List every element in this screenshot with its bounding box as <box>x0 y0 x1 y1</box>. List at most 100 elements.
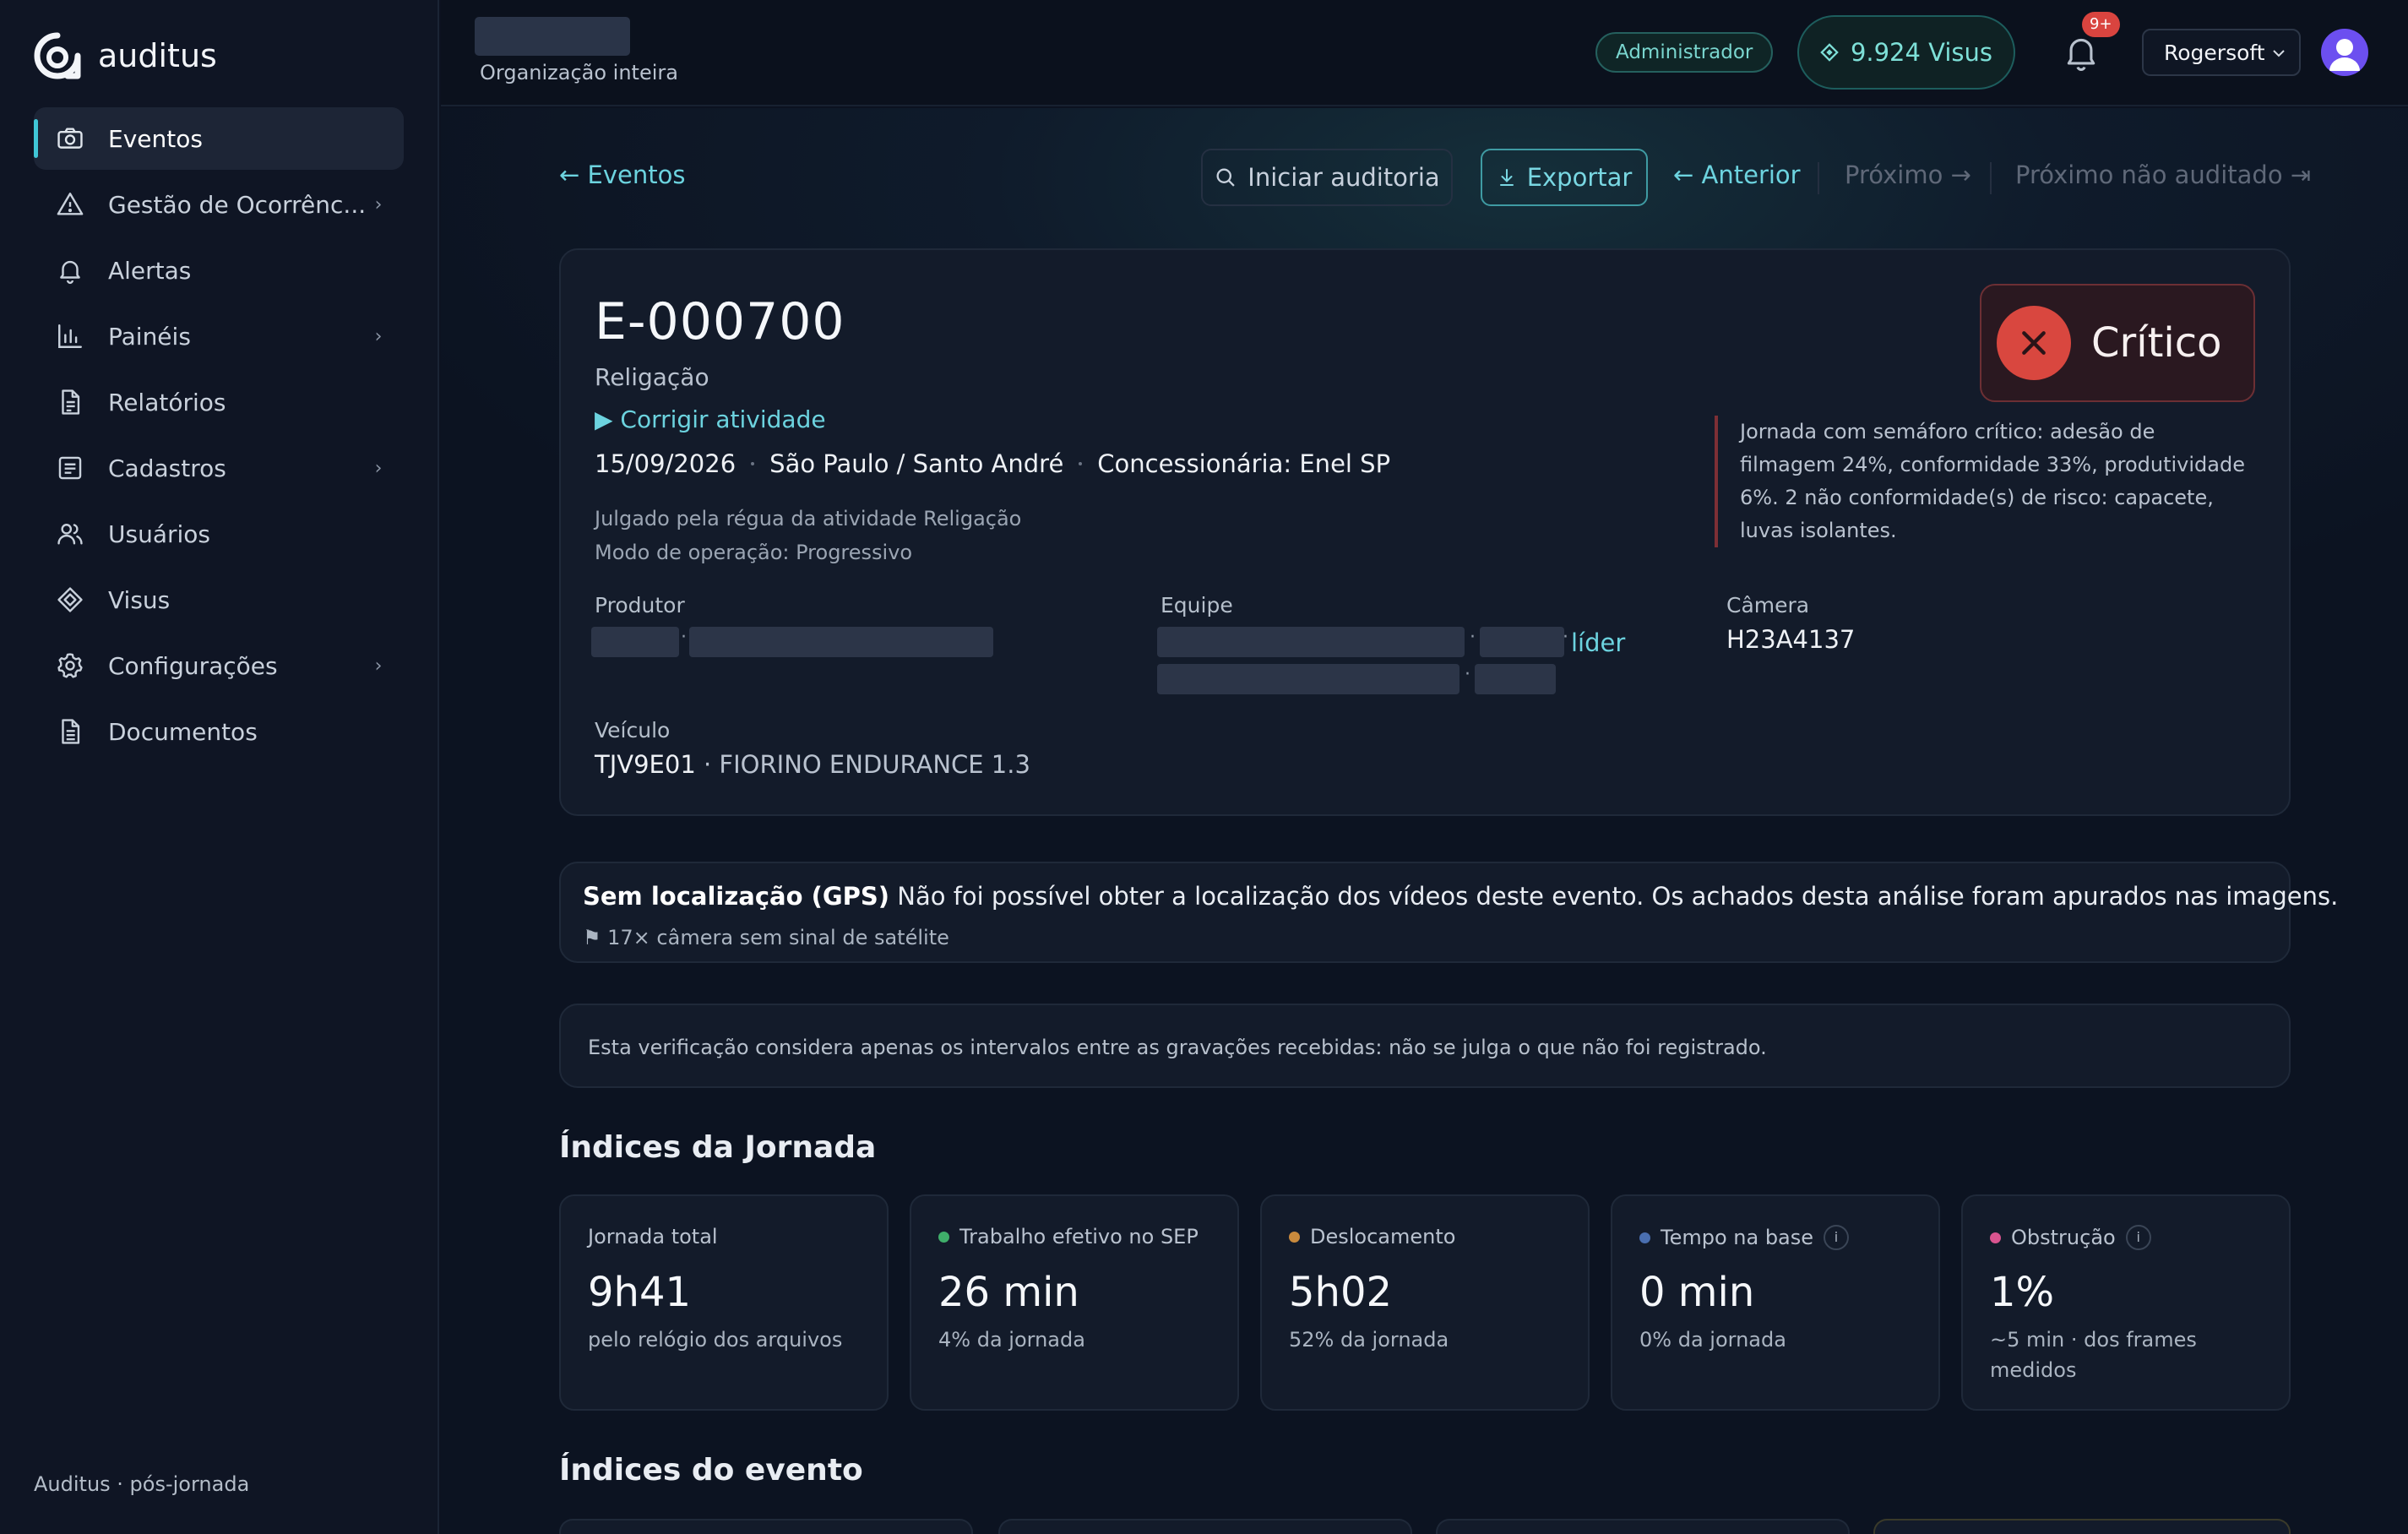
index-value: 1% <box>1990 1269 2055 1316</box>
index-label-text: Tempo na base <box>1661 1226 1814 1249</box>
critical-x-icon <box>1997 306 2071 380</box>
next-event-link[interactable]: Próximo → <box>1845 160 1971 189</box>
index-value: 0 min <box>1639 1269 1755 1316</box>
next-unaudited-link[interactable]: Próximo não auditado ⇥ <box>2015 160 2311 189</box>
sidebar-item-alertas[interactable]: Alertas <box>34 239 404 302</box>
diamond-icon <box>1820 43 1839 62</box>
status-dot-icon <box>1639 1232 1650 1243</box>
journey-index-card: Jornada total 9h41 pelo relógio dos arqu… <box>559 1194 889 1411</box>
judged-by: Julgado pela régua da atividade Religaçã… <box>595 507 1022 530</box>
status-dot-icon <box>1990 1232 2001 1243</box>
previous-event-link[interactable]: ← Anterior <box>1673 160 1801 189</box>
warning-icon <box>57 193 84 215</box>
event-index-card <box>1436 1519 1850 1534</box>
info-icon[interactable]: i <box>1824 1225 1850 1250</box>
chevron-right-icon: › <box>374 193 383 215</box>
journey-indices-title: Índices da Jornada <box>559 1130 877 1165</box>
sidebar-item-relatorios[interactable]: Relatórios <box>34 371 404 433</box>
vehicle-value: TJV9E01 · FIORINO ENDURANCE 1.3 <box>595 750 1030 779</box>
notifications-bell-icon[interactable] <box>2063 32 2100 74</box>
index-value: 9h41 <box>588 1269 692 1316</box>
organization-name-redacted[interactable] <box>475 17 630 56</box>
producer-id-redacted <box>591 627 679 657</box>
index-value: 26 min <box>938 1269 1079 1316</box>
sidebar-item-configuracoes[interactable]: Configurações › <box>34 634 404 697</box>
camera-label: Câmera <box>1726 593 1810 617</box>
severity-note: Jornada com semáforo crítico: adesão de … <box>1715 416 2255 547</box>
list-icon <box>58 456 82 480</box>
start-audit-button[interactable]: Iniciar auditoria <box>1201 149 1453 206</box>
event-date: 15/09/2026 <box>595 449 737 478</box>
sidebar-item-label: Cadastros <box>108 454 226 482</box>
user-select[interactable]: Rogersoft <box>2142 29 2301 76</box>
sidebar-item-gestao-ocorrencias[interactable]: Gestão de Ocorrênc... › <box>34 173 404 236</box>
sidebar-item-documentos[interactable]: Documentos <box>34 700 404 763</box>
sidebar-footer: Auditus · pós-jornada <box>34 1472 250 1496</box>
sidebar-item-label: Eventos <box>108 124 203 153</box>
chevron-right-icon: › <box>374 655 383 677</box>
event-activity: Religação <box>595 363 709 391</box>
index-label: Jornada total <box>588 1225 718 1248</box>
team-member-id-redacted <box>1475 664 1556 694</box>
back-to-events-link[interactable]: ← Eventos <box>559 160 685 189</box>
event-index-card <box>559 1519 973 1534</box>
file-icon <box>62 389 80 415</box>
verification-note-card: Esta verificação considera apenas os int… <box>559 1004 2291 1088</box>
info-icon[interactable]: i <box>2125 1225 2151 1250</box>
topbar: Organização inteira Administrador 9.924 … <box>441 0 2408 106</box>
event-concessionaire: Concessionária: Enel SP <box>1097 449 1391 478</box>
gps-warning-text: Não foi possível obter a localização dos… <box>889 882 2339 911</box>
index-value: 5h02 <box>1289 1269 1393 1316</box>
vehicle-plate: TJV9E01 <box>595 750 696 779</box>
sidebar-item-eventos[interactable]: Eventos <box>34 107 404 170</box>
sidebar-item-usuarios[interactable]: Usuários <box>34 503 404 565</box>
team-label: Equipe <box>1161 593 1233 617</box>
bar-chart-icon <box>58 324 82 348</box>
separator-dot: · <box>681 627 687 648</box>
sidebar-item-label: Relatórios <box>108 388 226 416</box>
index-subtext: pelo relógio dos arquivos <box>588 1328 843 1352</box>
sidebar-item-label: Visus <box>108 585 171 614</box>
avatar[interactable] <box>2321 29 2368 76</box>
auditus-logo-icon <box>34 32 81 79</box>
document-icon <box>62 719 80 744</box>
gps-warning-message: Sem localização (GPS) Não foi possível o… <box>583 882 2338 911</box>
sidebar-item-visus[interactable]: Visus <box>34 568 404 631</box>
team-member-name-redacted <box>1157 627 1465 657</box>
index-label: Trabalho efetivo no SEP <box>938 1225 1199 1248</box>
index-subtext: 4% da jornada <box>938 1328 1085 1352</box>
severity-label: Crítico <box>2091 319 2222 367</box>
event-index-card <box>998 1519 1412 1534</box>
journey-index-card: Deslocamento 5h02 52% da jornada <box>1260 1194 1590 1411</box>
sidebar-item-label: Painéis <box>108 322 191 351</box>
visus-balance-button[interactable]: 9.924 Visus <box>1797 15 2015 90</box>
export-button[interactable]: Exportar <box>1481 149 1648 206</box>
sidebar: auditus Eventos Gestão de Ocorrênc... › … <box>0 0 439 1534</box>
team-member-name-redacted <box>1157 664 1459 694</box>
chevron-right-icon: › <box>374 325 383 347</box>
fix-activity-toggle[interactable]: ▶ Corrigir atividade <box>595 405 826 433</box>
brand[interactable]: auditus <box>34 32 217 79</box>
gps-warning-detail: ⚑ 17× câmera sem sinal de satélite <box>583 926 949 949</box>
journey-index-card: Tempo na base i 0 min 0% da jornada <box>1611 1194 1940 1411</box>
camera-id: H23A4137 <box>1726 625 1856 654</box>
search-icon <box>1216 168 1236 187</box>
sidebar-item-paineis[interactable]: Painéis › <box>34 305 404 367</box>
index-label: Deslocamento <box>1289 1225 1455 1248</box>
index-subtext: 0% da jornada <box>1639 1328 1786 1352</box>
chevron-down-icon <box>2273 50 2285 57</box>
index-label-text: Deslocamento <box>1310 1225 1456 1248</box>
meta-separator <box>751 462 755 465</box>
gear-icon <box>57 653 83 678</box>
journey-index-card: Trabalho efetivo no SEP 26 min 4% da jor… <box>910 1194 1239 1411</box>
toolbar-divider <box>1990 162 1992 194</box>
separator-dot: · <box>1470 627 1476 648</box>
camera-icon <box>57 128 83 149</box>
notifications-badge: 9+ <box>2082 12 2120 37</box>
sidebar-item-cadastros[interactable]: Cadastros › <box>34 437 404 499</box>
status-dot-icon <box>1289 1231 1300 1243</box>
organization-scope: Organização inteira <box>480 61 678 84</box>
user-avatar-icon <box>2329 39 2360 71</box>
journey-index-card: Obstrução i 1% ~5 min · dos frames medido… <box>1961 1194 2291 1411</box>
download-icon <box>1499 169 1514 186</box>
